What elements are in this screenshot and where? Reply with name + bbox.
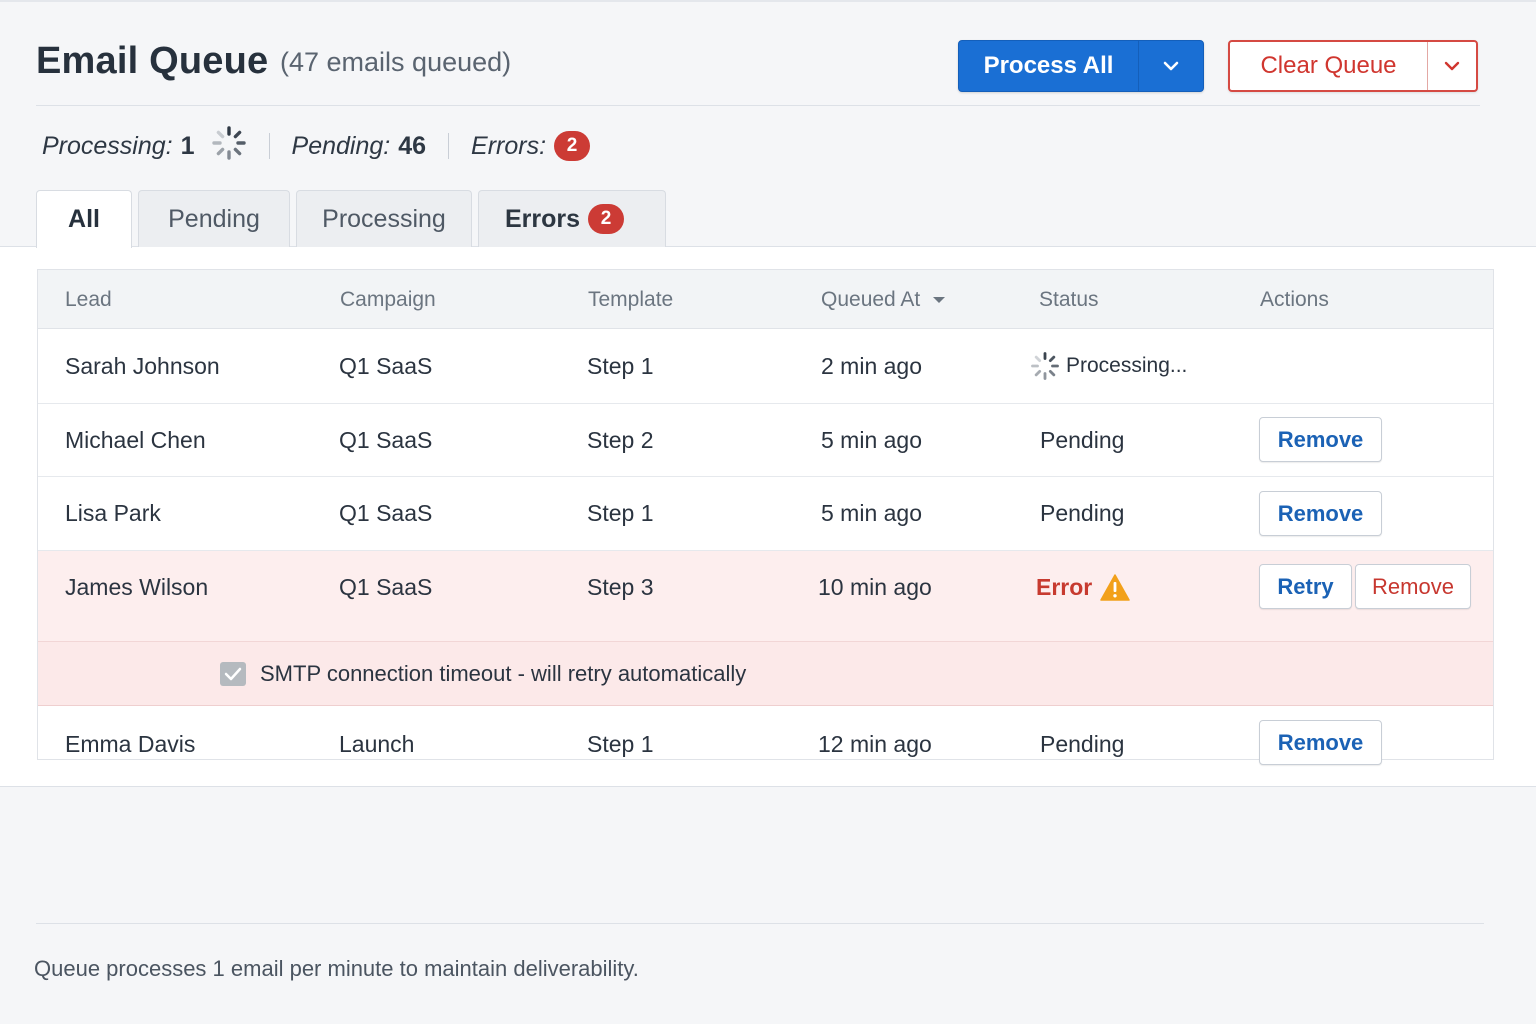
errors-label: Errors: — [471, 131, 547, 160]
checkbox-checked-icon[interactable] — [220, 662, 246, 686]
tab-processing[interactable]: Processing — [296, 190, 472, 247]
remove-button[interactable]: Remove — [1355, 564, 1471, 609]
pending-label: Pending: — [291, 131, 391, 160]
remove-button[interactable]: Remove — [1259, 417, 1382, 462]
column-header-lead[interactable]: Lead — [65, 270, 112, 329]
status-text: Pending — [1040, 426, 1125, 453]
tab-label: Pending — [168, 204, 260, 233]
errors-count-badge: 2 — [554, 131, 591, 161]
lead-name: Michael Chen — [65, 426, 206, 453]
column-header-actions: Actions — [1260, 287, 1329, 311]
status-text: Pending — [1040, 500, 1125, 526]
campaign-name: Launch — [339, 730, 415, 757]
lead-name: James Wilson — [65, 573, 209, 600]
tab-pending[interactable]: Pending — [138, 190, 290, 247]
queued-at: 10 min ago — [818, 573, 932, 600]
column-header-campaign[interactable]: Campaign — [340, 270, 436, 329]
queue-stats: Processing: 1 Pending: 46 Errors: 2 — [42, 125, 591, 164]
status-text: Error — [1036, 573, 1093, 600]
page-header: Email Queue (47 emails queued) Process A… — [36, 36, 1480, 106]
campaign-name: Q1 SaaS — [339, 573, 433, 600]
table-row: Emma Davis Launch Step 1 12 min ago Pend… — [38, 706, 1493, 782]
queued-at: 12 min ago — [818, 730, 932, 757]
footer-note: Queue processes 1 email per minute to ma… — [34, 956, 639, 981]
error-message: SMTP connection timeout - will retry aut… — [260, 661, 747, 686]
table-row: Lisa Park Q1 SaaS Step 1 5 min ago Pendi… — [38, 477, 1493, 551]
sort-desc-icon — [933, 296, 946, 303]
tab-label: Processing — [322, 204, 446, 233]
remove-button[interactable]: Remove — [1259, 720, 1382, 765]
lead-name: Emma Davis — [65, 730, 196, 757]
spinner-icon — [1031, 352, 1059, 380]
column-header-template[interactable]: Template — [588, 270, 673, 329]
queue-count: (47 emails queued) — [280, 47, 512, 77]
table-header: Lead Campaign Template Queued At Status … — [38, 270, 1493, 329]
campaign-name: Q1 SaaS — [339, 426, 433, 453]
processing-label: Processing: — [42, 131, 173, 160]
process-all-split-button: Process All — [958, 40, 1204, 92]
campaign-name: Q1 SaaS — [339, 500, 433, 526]
template-name: Step 1 — [587, 500, 654, 526]
process-all-menu-button[interactable] — [1139, 41, 1203, 91]
column-header-status[interactable]: Status — [1039, 270, 1099, 329]
status-text: Pending — [1040, 730, 1125, 757]
clear-queue-menu-button[interactable] — [1428, 42, 1476, 90]
tab-label: All — [68, 205, 100, 233]
spinner-icon — [211, 125, 247, 168]
chevron-down-icon — [1444, 61, 1460, 71]
page-title: Email Queue — [36, 40, 269, 82]
window-top-edge — [0, 0, 1536, 2]
column-header-label: Queued At — [821, 287, 921, 311]
status-cell: Processing... — [1030, 329, 1187, 403]
table-row: Michael Chen Q1 SaaS Step 2 5 min ago Pe… — [38, 404, 1493, 477]
lead-name: Sarah Johnson — [65, 352, 220, 379]
clear-queue-button[interactable]: Clear Queue — [1230, 42, 1428, 90]
template-name: Step 2 — [587, 426, 654, 453]
queued-at: 5 min ago — [821, 426, 923, 453]
status-text: Processing... — [1066, 354, 1188, 377]
footer-divider — [36, 923, 1484, 924]
tab-label: Errors — [505, 204, 581, 233]
queue-panel: Lead Campaign Template Queued At Status … — [0, 247, 1536, 787]
template-name: Step 1 — [587, 352, 654, 379]
campaign-name: Q1 SaaS — [339, 352, 433, 379]
column-header-queued-at[interactable]: Queued At — [821, 270, 946, 329]
queued-at: 2 min ago — [821, 352, 923, 379]
tab-all[interactable]: All — [36, 190, 132, 248]
queue-table: Lead Campaign Template Queued At Status … — [37, 269, 1494, 765]
queued-at: 5 min ago — [821, 500, 923, 526]
remove-button[interactable]: Remove — [1259, 491, 1382, 536]
template-name: Step 1 — [587, 730, 654, 757]
retry-button[interactable]: Retry — [1259, 564, 1352, 609]
table-row-error: James Wilson Q1 SaaS Step 3 10 min ago E… — [38, 551, 1493, 642]
status-cell: Error — [1036, 551, 1130, 623]
stats-divider — [448, 133, 450, 159]
processing-count: 1 — [180, 131, 195, 160]
table-row: Sarah Johnson Q1 SaaS Step 1 2 min ago P… — [38, 329, 1493, 404]
tab-errors-badge: 2 — [588, 204, 625, 234]
tab-errors[interactable]: Errors 2 — [478, 190, 666, 247]
warning-icon — [1100, 573, 1130, 601]
clear-queue-split-button: Clear Queue — [1228, 40, 1478, 92]
process-all-button[interactable]: Process All — [959, 41, 1139, 91]
lead-name: Lisa Park — [65, 500, 161, 526]
chevron-down-icon — [1163, 61, 1179, 71]
pending-count: 46 — [398, 131, 427, 160]
error-detail-row: SMTP connection timeout - will retry aut… — [38, 642, 1493, 706]
stats-divider — [268, 133, 270, 159]
template-name: Step 3 — [587, 573, 654, 600]
